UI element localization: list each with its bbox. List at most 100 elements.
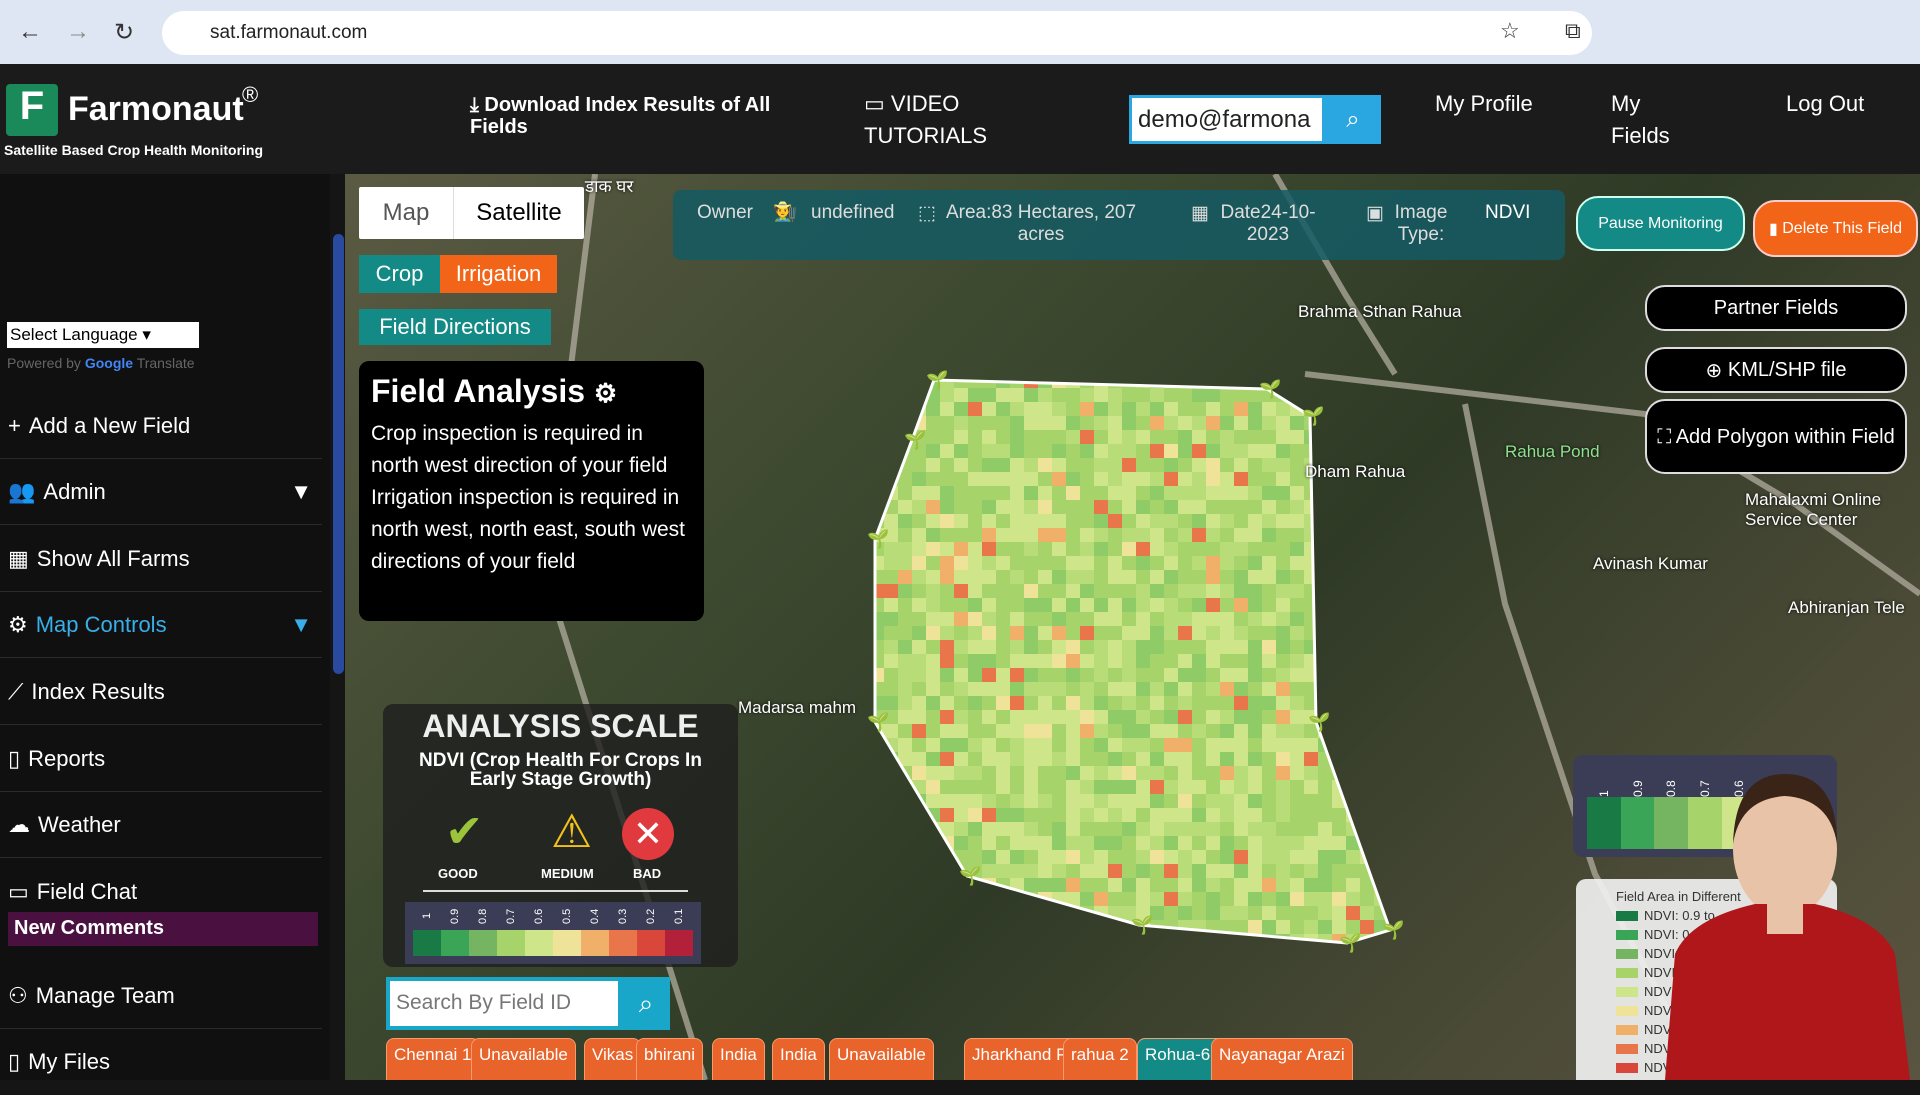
extensions-icon[interactable]: ⧉ — [1565, 18, 1581, 44]
sidebar-item-add-field[interactable]: + Add a New Field — [0, 393, 322, 459]
delete-field-button[interactable]: ▮ Delete This Field — [1753, 200, 1918, 257]
ndvi-pixel — [968, 752, 982, 766]
ndvi-pixel — [1388, 514, 1390, 528]
ndvi-pixel — [1290, 794, 1304, 808]
scale-tick-label: 0.3 — [617, 908, 629, 924]
ndvi-pixel — [1220, 892, 1234, 906]
ndvi-pixel — [1234, 654, 1248, 668]
tab-satellite[interactable]: Satellite — [453, 187, 584, 239]
add-polygon-button[interactable]: ⛶ Add Polygon within Field — [1645, 399, 1907, 474]
reload-icon[interactable]: ↻ — [114, 18, 134, 47]
new-comments-badge[interactable]: New Comments — [8, 912, 318, 946]
sidebar-item-admin[interactable]: 👥 Admin ▼ — [0, 459, 322, 525]
ndvi-pixel — [996, 654, 1010, 668]
field-chip[interactable]: Chennai 1 — [386, 1038, 480, 1080]
ndvi-pixel — [982, 696, 996, 710]
field-chip[interactable]: rahua 2 — [1063, 1038, 1137, 1080]
field-search-button[interactable]: ⌕ — [622, 977, 670, 1030]
kml-shp-button[interactable]: ⊕ KML/SHP file — [1645, 347, 1907, 393]
ndvi-pixel — [954, 780, 968, 794]
ndvi-pixel — [1346, 640, 1360, 654]
sidebar-item-show-all-farms[interactable]: ▦ Show All Farms — [0, 526, 322, 592]
my-profile-link[interactable]: My Profile — [1435, 88, 1545, 120]
language-select[interactable]: Select Language ▾ — [7, 322, 199, 348]
star-icon[interactable]: ☆ — [1500, 18, 1520, 44]
ndvi-pixel — [1248, 584, 1262, 598]
ndvi-pixel — [1346, 444, 1360, 458]
ndvi-pixel — [1276, 668, 1290, 682]
ndvi-pixel — [1052, 710, 1066, 724]
ndvi-pixel — [996, 752, 1010, 766]
ndvi-pixel — [1206, 486, 1220, 500]
tab-map[interactable]: Map — [359, 187, 453, 239]
ndvi-pixel — [1150, 780, 1164, 794]
ndvi-pixel — [1220, 584, 1234, 598]
ndvi-pixel — [1304, 836, 1318, 850]
my-fields-link[interactable]: My Fields — [1611, 88, 1701, 152]
farmonaut-logo[interactable]: F — [6, 84, 58, 136]
ndvi-pixel — [1234, 878, 1248, 892]
ndvi-pixel — [1038, 822, 1052, 836]
sidebar-item-map-controls[interactable]: ⚙ Map Controls ▼ — [0, 592, 322, 658]
ndvi-pixel — [996, 892, 1010, 906]
ndvi-pixel — [1136, 850, 1150, 864]
ndvi-pixel — [1164, 668, 1178, 682]
sidebar-item-index-results[interactable]: ⟋ Index Results — [0, 659, 322, 725]
ndvi-pixel — [1388, 402, 1390, 416]
ndvi-pixel — [875, 850, 884, 864]
ndvi-pixel — [875, 682, 884, 696]
ndvi-pixel — [954, 892, 968, 906]
ndvi-pixel — [1136, 556, 1150, 570]
ndvi-pixel — [1178, 598, 1192, 612]
irrigation-button[interactable]: Irrigation — [440, 255, 557, 293]
sidebar-scrollbar[interactable] — [333, 234, 344, 674]
image-type-value[interactable]: NDVI — [1485, 202, 1530, 224]
address-bar[interactable]: sat.farmonaut.com — [162, 11, 1592, 55]
ndvi-pixel — [926, 780, 940, 794]
field-chip[interactable]: India — [772, 1038, 825, 1080]
sidebar-item-reports[interactable]: ▯ Reports — [0, 726, 322, 792]
satellite-map[interactable]: 🌱 🌱 🌱 🌱 🌱 🌱 🌱 🌱 🌱 🌱 🌱 डाक घर Brahma Sthan Rahua Dh… — [345, 174, 1920, 1080]
ndvi-pixel — [1360, 486, 1374, 500]
email-search-button[interactable]: ⌕ — [1325, 95, 1381, 144]
crop-button[interactable]: Crop — [359, 255, 440, 293]
ndvi-pixel — [1262, 794, 1276, 808]
field-chip[interactable]: bhirani — [636, 1038, 704, 1080]
field-chip[interactable]: Vikas — [584, 1038, 642, 1080]
ndvi-pixel — [1010, 934, 1024, 943]
pause-monitoring-button[interactable]: Pause Monitoring — [1576, 196, 1745, 251]
ndvi-pixel — [1108, 864, 1122, 878]
ndvi-pixel — [1024, 668, 1038, 682]
ndvi-pixel — [1108, 948, 1122, 962]
ndvi-pixel — [1024, 500, 1038, 514]
sidebar-item-manage-team[interactable]: ⚇ Manage Team — [0, 963, 322, 1029]
ndvi-pixel — [1388, 388, 1390, 402]
ndvi-pixel — [1052, 724, 1066, 738]
back-icon[interactable]: ← — [18, 18, 42, 46]
field-id-search-input[interactable]: Search By Field ID — [386, 977, 622, 1030]
forward-icon[interactable]: → — [66, 18, 90, 46]
log-out-link[interactable]: Log Out — [1786, 88, 1876, 120]
partner-fields-button[interactable]: Partner Fields — [1645, 285, 1907, 331]
ndvi-pixel — [968, 612, 982, 626]
ndvi-pixel — [1150, 556, 1164, 570]
ndvi-pixel — [982, 948, 996, 962]
ndvi-pixel — [1080, 892, 1094, 906]
ndvi-pixel — [1192, 612, 1206, 626]
download-index-results-link[interactable]: ⤓ Download Index Results of All Fields — [470, 94, 790, 138]
ndvi-pixel — [1066, 430, 1080, 444]
ndvi-pixel — [1024, 388, 1038, 402]
field-chip[interactable]: Nayanagar Arazi — [1211, 1038, 1353, 1080]
ndvi-pixel — [1234, 458, 1248, 472]
ndvi-pixel — [1108, 668, 1122, 682]
field-directions-button[interactable]: Field Directions — [359, 309, 551, 345]
field-chip[interactable]: Unavailable — [471, 1038, 576, 1080]
ndvi-pixel — [1346, 584, 1360, 598]
sidebar-item-my-files[interactable]: ▯ My Files — [0, 1029, 322, 1095]
video-tutorials-link[interactable]: ▭ VIDEO TUTORIALS — [864, 88, 1004, 152]
field-chip[interactable]: India — [712, 1038, 765, 1080]
field-chip[interactable]: Unavailable — [829, 1038, 934, 1080]
ndvi-pixel — [1178, 822, 1192, 836]
email-input[interactable]: demo@farmona — [1129, 95, 1325, 144]
sidebar-item-weather[interactable]: ☁ Weather — [0, 792, 322, 858]
